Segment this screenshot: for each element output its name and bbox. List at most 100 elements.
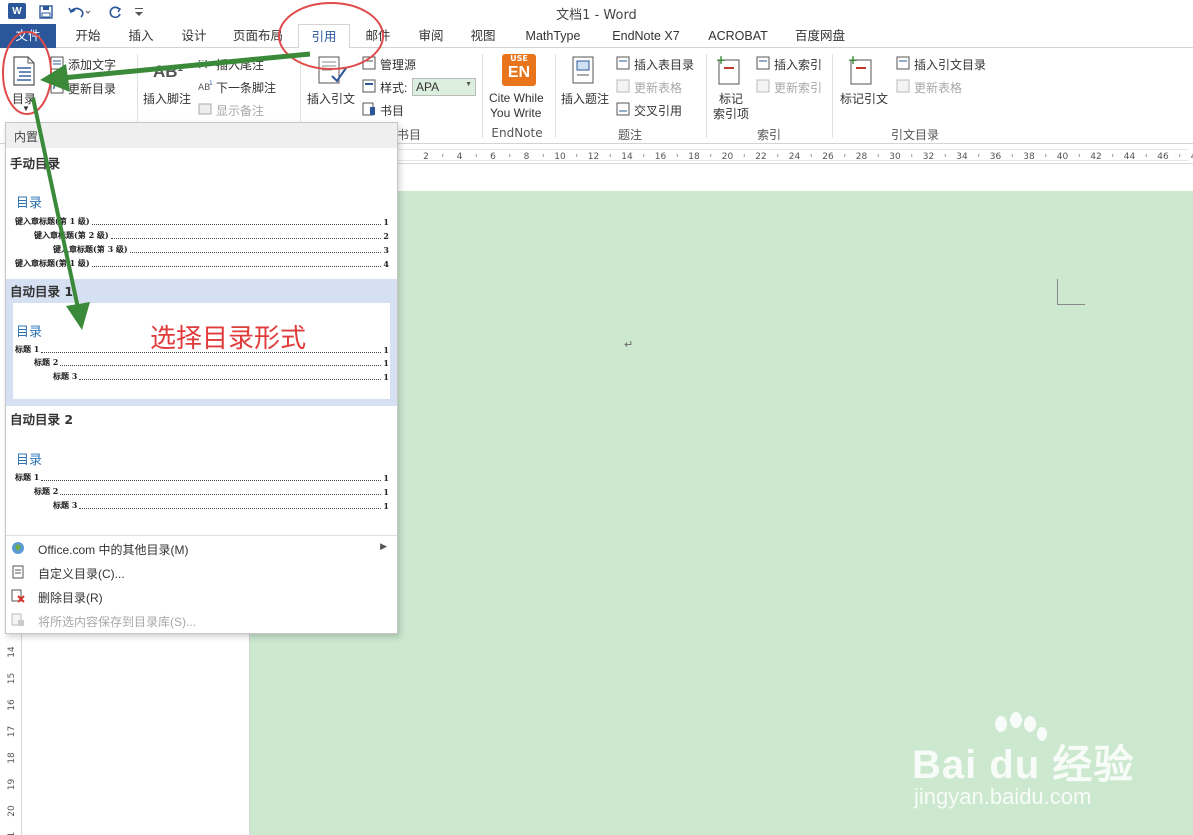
toc-preview-row: 标题 21 xyxy=(34,357,389,368)
menu-remove-toc[interactable]: 删除目录(R) xyxy=(38,589,103,606)
tab-design[interactable]: 设计 xyxy=(172,24,216,48)
watermark-brand: Bai du 经验 xyxy=(912,743,1135,787)
ruler-label: 14 xyxy=(621,152,633,162)
insert-caption-icon[interactable] xyxy=(572,56,598,89)
watermark-url: jingyan.baidu.com xyxy=(914,784,1092,809)
tab-file[interactable]: 文件 xyxy=(0,24,56,48)
tab-references[interactable]: 引用 xyxy=(298,24,350,49)
svg-text:1: 1 xyxy=(209,80,213,87)
style-select[interactable]: APA ▼ xyxy=(412,78,476,96)
tab-endnote[interactable]: EndNote X7 xyxy=(600,24,692,48)
bibliography-button[interactable]: 书目 xyxy=(380,102,404,119)
tab-mailings[interactable]: 邮件 xyxy=(356,24,400,48)
update-authorities-button[interactable]: 更新表格 xyxy=(914,79,962,96)
show-notes-button[interactable]: 显示备注 xyxy=(216,102,264,119)
ruler-label: 19 xyxy=(7,779,17,791)
menu-custom-toc[interactable]: 自定义目录(C)... xyxy=(38,565,125,582)
style-value: APA xyxy=(416,80,440,94)
group-separator xyxy=(482,54,483,138)
tab-mathtype[interactable]: MathType xyxy=(516,24,590,48)
insert-citation-icon[interactable] xyxy=(318,56,348,89)
add-text-icon xyxy=(50,56,64,73)
add-text-button[interactable]: 添加文字 xyxy=(68,56,116,73)
cite-while-you-write-line2[interactable]: You Write xyxy=(490,106,541,120)
endnote-badge: EN xyxy=(507,64,531,81)
toc-preview-row: 键入章标题(第 1 级) 4 xyxy=(15,258,389,269)
tab-view[interactable]: 视图 xyxy=(460,24,506,48)
group-separator xyxy=(832,54,833,138)
margin-corner-mark xyxy=(1057,279,1085,305)
gallery-item-title: 手动目录 xyxy=(10,156,61,171)
ruler-label: 15 xyxy=(7,673,17,684)
insert-table-of-figures-button[interactable]: 插入表目录 xyxy=(634,56,694,73)
next-footnote-icon: AB 1 xyxy=(198,79,214,96)
remove-toc-icon xyxy=(11,589,25,603)
bibliography-icon xyxy=(362,102,376,119)
endnote-en-icon[interactable]: USE EN xyxy=(502,54,536,86)
ruler-label: 10 xyxy=(554,152,566,162)
gallery-item-title: 自动目录 1 xyxy=(10,284,74,299)
document-title: 文档1 - Word xyxy=(556,8,637,23)
ruler-label: 44 xyxy=(1124,152,1136,162)
insert-endnote-button[interactable]: 插入尾注 xyxy=(216,56,264,73)
insert-footnote-button[interactable]: 插入脚注 xyxy=(143,90,191,107)
insert-caption-button[interactable]: 插入题注 xyxy=(561,90,609,107)
endnote-icon: [i] xyxy=(198,56,212,73)
ruler-label: 16 xyxy=(7,699,17,711)
cite-while-you-write-line1[interactable]: Cite While xyxy=(489,91,544,105)
group-separator xyxy=(706,54,707,138)
annotation-text: 选择目录形式 xyxy=(150,324,307,354)
ruler-label: 4 xyxy=(457,152,463,162)
ruler-label: 2 xyxy=(423,152,429,162)
insert-citation-button[interactable]: 插入引文 xyxy=(307,90,355,107)
mark-entry-line2[interactable]: 索引项 xyxy=(713,105,749,122)
insert-index-button[interactable]: 插入索引 xyxy=(774,56,822,73)
mark-entry-icon[interactable]: + xyxy=(716,53,744,89)
toc-preview-heading: 目录 xyxy=(16,196,43,211)
tab-layout[interactable]: 页面布局 xyxy=(224,24,292,48)
update-toc-button[interactable]: 更新目录 xyxy=(68,80,116,97)
next-footnote-button[interactable]: 下一条脚注 xyxy=(216,79,276,96)
gallery-item-manual-toc[interactable]: 手动目录 目录 键入章标题(第 1 级) 1 键入章标题(第 2 级) 2 键入章标… xyxy=(6,148,397,278)
manage-sources-button[interactable]: 管理源 xyxy=(380,56,416,73)
gallery-item-title: 自动目录 2 xyxy=(10,412,74,427)
ruler-label: 26 xyxy=(822,152,834,162)
insert-table-of-authorities-button[interactable]: 插入引文目录 xyxy=(914,56,986,73)
menu-separator xyxy=(6,535,397,536)
update-table-button[interactable]: 更新表格 xyxy=(634,79,682,96)
update-authorities-icon xyxy=(896,79,910,96)
ruler-label: 42 xyxy=(1090,152,1101,162)
cross-reference-button[interactable]: 交叉引用 xyxy=(634,102,682,119)
tab-baidu-netdisk[interactable]: 百度网盘 xyxy=(786,24,854,48)
update-index-button[interactable]: 更新索引 xyxy=(774,79,822,96)
endnote-badge-top: USE xyxy=(510,54,528,63)
paragraph-mark[interactable]: ↵ xyxy=(624,338,633,351)
update-toc-icon xyxy=(50,80,64,97)
group-label-index: 索引 xyxy=(756,128,781,142)
tab-acrobat[interactable]: ACROBAT xyxy=(700,24,776,48)
mark-citation-button[interactable]: 标记引文 xyxy=(840,90,888,107)
menu-save-selection[interactable]: 将所选内容保存到目录库(S)... xyxy=(38,613,196,630)
chevron-down-icon[interactable]: ▼ xyxy=(22,104,30,113)
tab-review[interactable]: 审阅 xyxy=(408,24,454,48)
ruler-label: 28 xyxy=(856,152,868,162)
ruler-label: 16 xyxy=(655,152,667,162)
ruler-label: 6 xyxy=(490,152,496,162)
tab-home[interactable]: 开始 xyxy=(66,24,110,48)
mark-citation-icon[interactable]: + xyxy=(848,53,876,89)
group-label-captions: 题注 xyxy=(617,128,642,142)
footnote-icon[interactable]: AB¹ xyxy=(153,62,183,82)
ruler-label: 32 xyxy=(923,152,934,162)
toc-icon[interactable] xyxy=(12,56,36,89)
toc-gallery: 内置 手动目录 目录 键入章标题(第 1 级) 1 键入章标题(第 2 级) 2 键… xyxy=(5,122,398,634)
toc-preview-row: 标题 11 xyxy=(15,472,389,483)
tab-insert[interactable]: 插入 xyxy=(118,24,164,48)
update-index-icon xyxy=(756,79,770,96)
manage-sources-icon xyxy=(362,56,376,73)
toc-preview-row: 标题 21 xyxy=(34,486,389,497)
gallery-item-auto-toc-2[interactable]: 自动目录 2 目录 标题 11 标题 21 标题 31 xyxy=(6,407,397,533)
svg-text:+: + xyxy=(716,54,726,67)
menu-more-office-toc[interactable]: Office.com 中的其他目录(M) xyxy=(38,541,188,558)
group-separator xyxy=(555,54,556,138)
ruler-label: 24 xyxy=(789,152,801,162)
